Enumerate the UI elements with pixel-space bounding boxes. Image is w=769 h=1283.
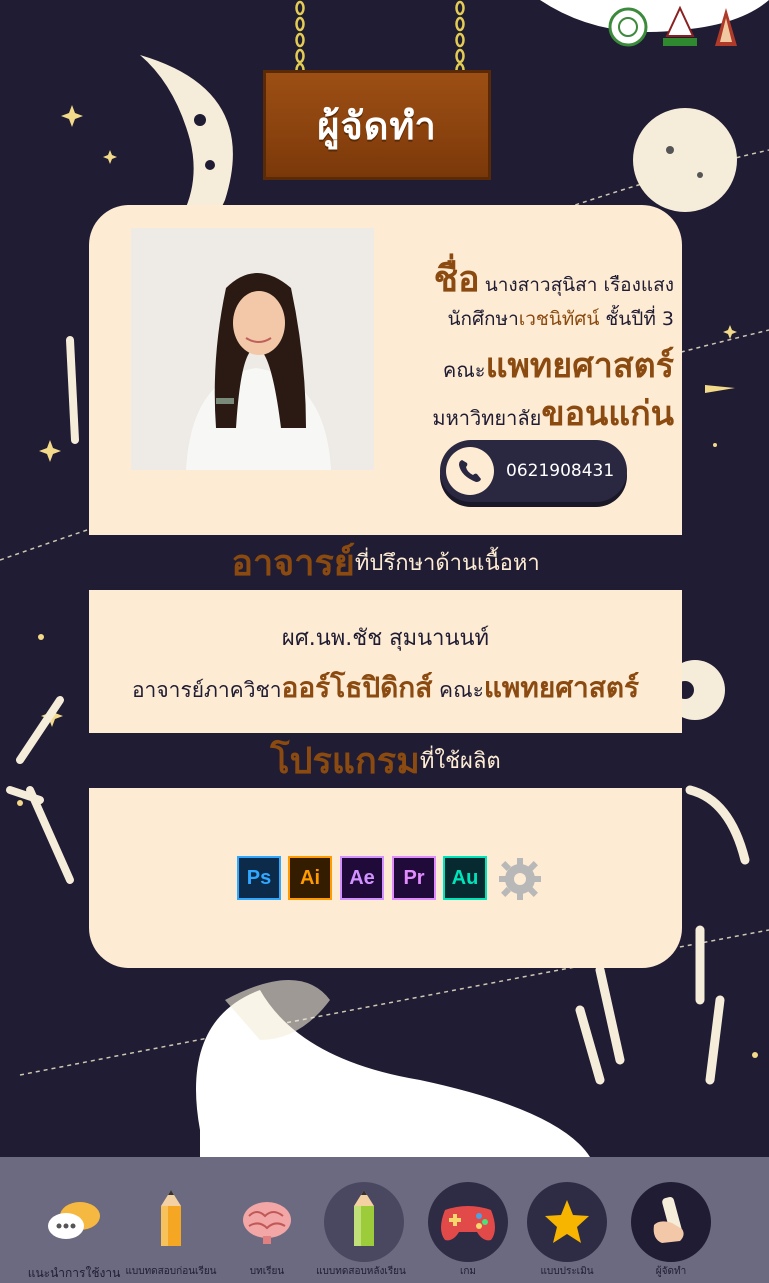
premiere-icon: Pr — [392, 856, 436, 900]
maker-name-line: ชื่อ นางสาวสุนิสา เรืองแสง — [384, 250, 674, 307]
nav-item-game[interactable] — [428, 1182, 508, 1262]
person-photo-illustration — [131, 228, 374, 470]
pencil-green-icon — [354, 1190, 374, 1246]
advisor-heading-sub: ที่ปรึกษาด้านเนื้อหา — [354, 551, 540, 576]
title-wooden-sign: ผู้จัดทำ — [263, 70, 491, 180]
university-name: ขอนแก่น — [541, 394, 674, 434]
nav-label-posttest: แบบทดสอบหลังเรียน — [316, 1266, 406, 1277]
app-label-ps: Ps — [246, 866, 272, 889]
advisor-name: ผศ.นพ.ชัช สุมนานนท์ — [281, 626, 490, 651]
advisor-faculty-label: คณะ — [432, 678, 484, 702]
nav-item-evaluation[interactable] — [527, 1182, 607, 1262]
nav-item-maker[interactable] — [631, 1182, 711, 1262]
nav-item-pretest[interactable] — [131, 1182, 211, 1262]
temple-emblem-icon — [715, 8, 737, 46]
star-icon — [545, 1200, 589, 1243]
nav-label-guide: แนะนำการใช้งาน — [27, 1266, 121, 1280]
program-heading-main: โปรแกรม — [270, 741, 420, 782]
advisor-dept-label: อาจารย์ภาควิชา — [131, 678, 282, 702]
advisor-heading-band: อาจารย์ ที่ปรึกษาด้านเนื้อหา — [89, 535, 682, 590]
after-effects-icon: Ae — [340, 856, 384, 900]
nav-label-game: เกม — [459, 1266, 477, 1277]
advisor-faculty-name: แพทยศาสตร์ — [483, 671, 640, 704]
maker-student-line: นักศึกษาเวชนิทัศน์ ชั้นปีที่ 3 — [384, 304, 674, 334]
advisor-heading-main: อาจารย์ — [231, 543, 355, 584]
university-label: มหาวิทยาลัย — [432, 406, 542, 430]
pencil-icon — [161, 1190, 181, 1246]
advisor-dept-name: ออร์โธปิดิกส์ — [281, 671, 433, 704]
gamepad-icon — [441, 1206, 495, 1241]
nav-item-guide[interactable] — [34, 1182, 114, 1262]
program-heading-band: โปรแกรม ที่ใช้ผลิต — [89, 733, 682, 788]
student-year: ชั้นปีที่ 3 — [599, 308, 674, 330]
page: ผู้จัดทำ ชื่อ นางสาวสุนิสา เรืองแสง นักศ… — [0, 0, 769, 1283]
audition-icon: Au — [443, 856, 487, 900]
name-value: นางสาวสุนิสา เรืองแสง — [484, 274, 674, 296]
phone-button[interactable]: 0621908431 — [440, 440, 627, 502]
maker-photo — [131, 228, 374, 470]
phone-icon-circle — [446, 447, 494, 495]
faculty-label: คณะ — [442, 358, 486, 382]
nav-item-lesson[interactable] — [227, 1182, 307, 1262]
maker-university-line: มหาวิทยาลัยขอนแก่น — [384, 386, 674, 440]
university-seal-icon — [608, 7, 648, 47]
name-label: ชื่อ — [433, 259, 480, 300]
gear-app-icon — [499, 858, 541, 900]
student-major: เวชนิทัศน์ — [518, 308, 600, 330]
app-label-pr: Pr — [403, 866, 425, 889]
app-label-au: Au — [451, 866, 479, 889]
page-title: ผู้จัดทำ — [317, 103, 437, 148]
sign-chain-right — [455, 0, 465, 78]
program-heading-sub: ที่ใช้ผลิต — [419, 749, 501, 774]
nav-label-evaluation: แบบประเมิน — [540, 1266, 594, 1277]
nav-label-pretest: แบบทดสอบก่อนเรียน — [125, 1266, 217, 1277]
nav-label-lesson: บทเรียน — [249, 1266, 285, 1277]
maker-faculty-line: คณะแพทยศาสตร์ — [384, 338, 674, 392]
program-card — [89, 788, 682, 968]
faculty-emblem-icon — [663, 6, 697, 46]
app-label-ai: Ai — [300, 866, 320, 889]
brain-icon — [243, 1202, 291, 1244]
hand-scroll-icon — [653, 1196, 684, 1243]
faculty-name: แพทยศาสตร์ — [485, 346, 674, 386]
illustrator-icon: Ai — [288, 856, 332, 900]
app-label-ae: Ae — [349, 866, 375, 889]
nav-label-maker: ผู้จัดทำ — [655, 1266, 687, 1277]
advisor-department: อาจารย์ภาควิชาออร์โธปิดิกส์ คณะแพทยศาสตร… — [89, 666, 682, 710]
photoshop-icon: Ps — [237, 856, 281, 900]
nav-item-posttest[interactable] — [324, 1182, 404, 1262]
sign-chain-left — [295, 0, 305, 78]
advisor-card — [89, 590, 682, 733]
student-label: นักศึกษา — [447, 308, 519, 330]
phone-icon — [459, 460, 481, 482]
phone-number: 0621908431 — [506, 461, 615, 481]
chat-bubbles-icon — [48, 1202, 100, 1239]
